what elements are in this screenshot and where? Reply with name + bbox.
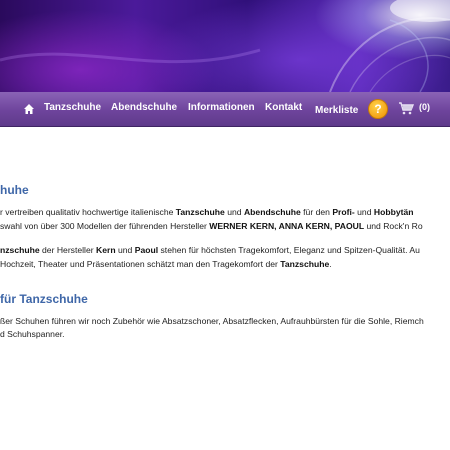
home-icon[interactable] [22,102,36,116]
nav-tanzschuhe[interactable]: Tanzschuhe [44,102,101,113]
section-heading-zubehoer: für Tanzschuhe [0,292,88,306]
header-banner [0,0,450,92]
section-heading-tanzschuhe: huhe [0,183,29,197]
quality-paragraph-line-2: Hochzeit, Theater und Präsentationen sch… [0,259,332,269]
quality-paragraph-line-1: nzschuhe der Hersteller Kern und Paoul s… [0,245,420,255]
intro-paragraph-line-2: swahl von über 300 Modellen der führende… [0,221,423,231]
nav-informationen[interactable]: Informationen [188,102,255,113]
shopping-cart-icon[interactable] [398,101,414,115]
help-icon[interactable]: ? [368,99,388,119]
accessories-paragraph-line-1: ßer Schuhen führen wir noch Zubehör wie … [0,316,424,326]
nav-abendschuhe[interactable]: Abendschuhe [111,102,177,113]
cart-count[interactable]: (0) [419,102,430,112]
nav-merkliste[interactable]: Merkliste [315,105,358,116]
banner-light-swirls [0,0,450,92]
intro-paragraph-line-1: r vertreiben qualitativ hochwertige ital… [0,207,414,217]
nav-kontakt[interactable]: Kontakt [265,102,302,113]
accessories-paragraph-line-2: d Schuhspanner. [0,329,65,339]
